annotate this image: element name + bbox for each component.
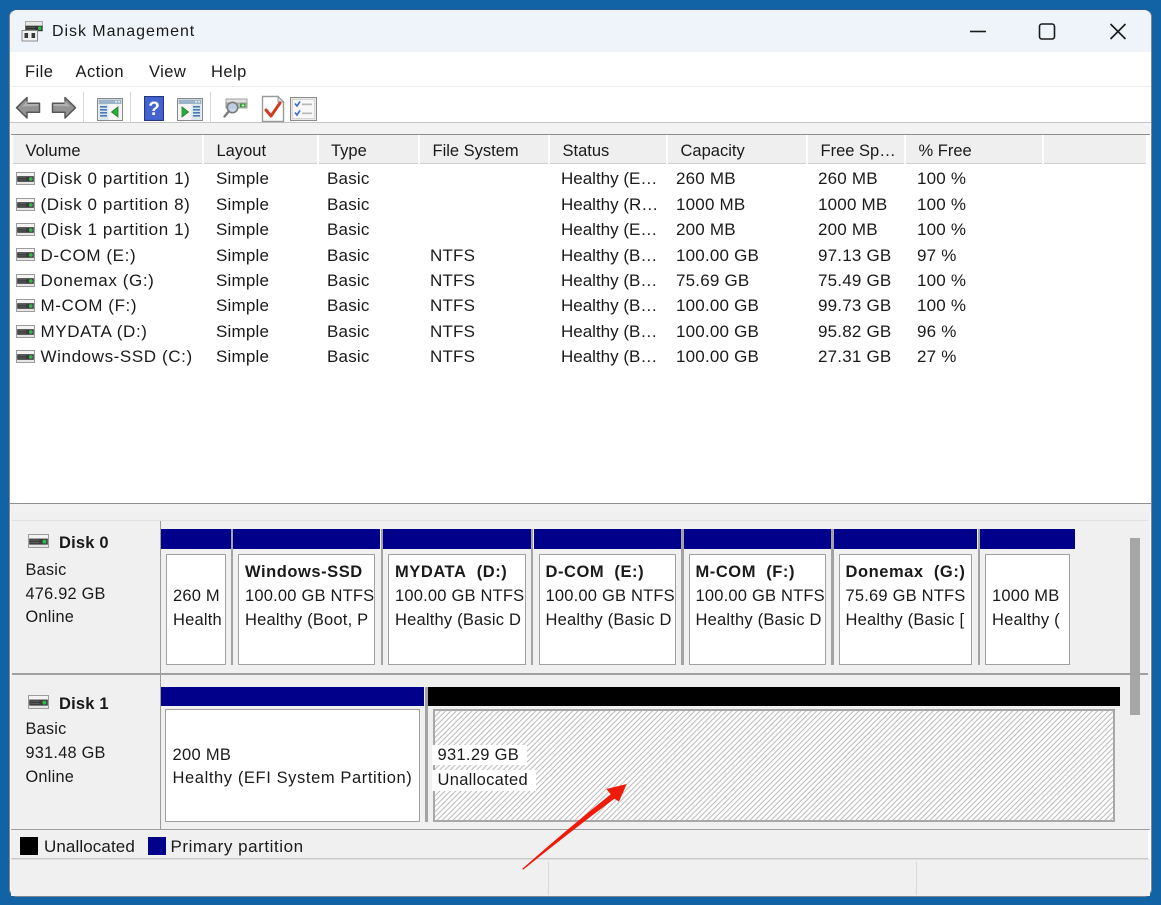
svg-text:?: ? [148,99,160,120]
